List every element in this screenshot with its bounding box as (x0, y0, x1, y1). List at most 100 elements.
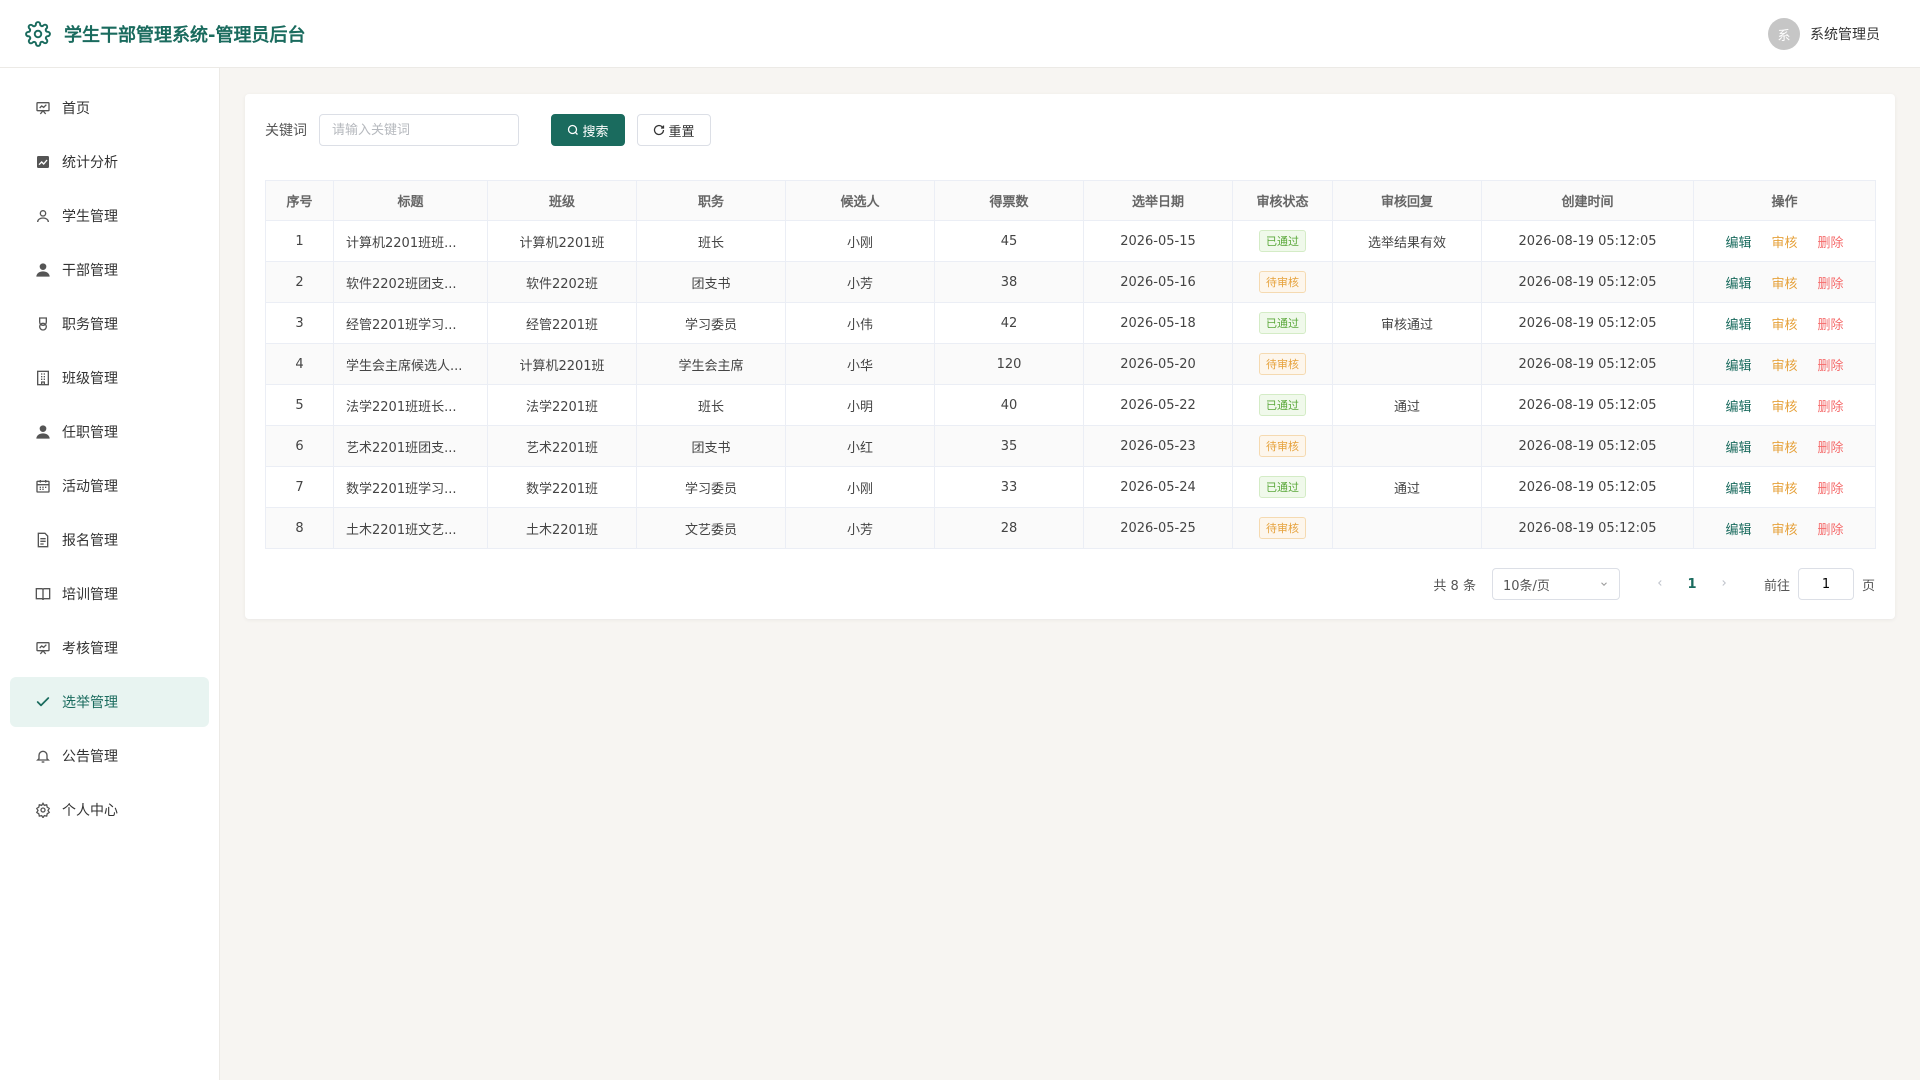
sidebar-item-appointments[interactable]: 任职管理 (10, 407, 209, 457)
edit-link[interactable]: 编辑 (1725, 523, 1751, 538)
status-badge: 已通过 (1259, 476, 1306, 498)
status-badge: 已通过 (1259, 394, 1306, 416)
cell-class: 计算机2201班 (487, 343, 637, 385)
cell-created: 2026-08-19 05:12:05 (1481, 343, 1694, 385)
sidebar-item-students[interactable]: 学生管理 (10, 191, 209, 241)
search-icon (568, 124, 579, 135)
sidebar-item-statistics[interactable]: 统计分析 (10, 137, 209, 187)
cell-status: 待审核 (1232, 507, 1333, 549)
sidebar-item-cadres[interactable]: 干部管理 (10, 245, 209, 295)
sidebar-item-training[interactable]: 培训管理 (10, 569, 209, 619)
delete-link[interactable]: 删除 (1818, 359, 1844, 374)
edit-link[interactable]: 编辑 (1725, 318, 1751, 333)
calendar-icon (34, 477, 52, 495)
audit-link[interactable]: 审核 (1771, 277, 1797, 292)
table-row: 2 软件2202班团支... 软件2202班 团支书 小芳 38 2026-05… (265, 261, 1876, 303)
sidebar-item-label: 考核管理 (62, 641, 118, 657)
cell-no: 4 (265, 343, 334, 385)
page-number[interactable]: 1 (1676, 577, 1708, 592)
sidebar-item-assessment[interactable]: 考核管理 (10, 623, 209, 673)
sidebar-item-positions[interactable]: 职务管理 (10, 299, 209, 349)
cell-reply (1332, 425, 1482, 467)
keyword-input[interactable] (319, 114, 519, 146)
cell-candidate: 小芳 (785, 507, 935, 549)
column-header: 审核状态 (1232, 180, 1333, 221)
prev-page-button[interactable] (1644, 577, 1676, 592)
sidebar-item-label: 个人中心 (62, 803, 118, 819)
sidebar-item-classes[interactable]: 班级管理 (10, 353, 209, 403)
sidebar-item-activities[interactable]: 活动管理 (10, 461, 209, 511)
column-header: 候选人 (785, 180, 935, 221)
audit-link[interactable]: 审核 (1771, 441, 1797, 456)
cell-position: 班长 (636, 220, 786, 262)
audit-link[interactable]: 审核 (1771, 482, 1797, 497)
bell-icon (34, 747, 52, 765)
cell-date: 2026-05-18 (1083, 302, 1233, 344)
cell-reply: 审核通过 (1332, 302, 1482, 344)
cell-no: 2 (265, 261, 334, 303)
table-row: 8 土木2201班文艺... 土木2201班 文艺委员 小芳 28 2026-0… (265, 507, 1876, 549)
delete-link[interactable]: 删除 (1818, 318, 1844, 333)
column-header: 序号 (265, 180, 334, 221)
election-list-card: 关键词 搜索 重置 序号 标题 班级 职务 候选人 得票数 选举日期 审核状态 … (245, 94, 1895, 619)
cell-actions: 编辑 审核 删除 (1693, 425, 1876, 467)
audit-link[interactable]: 审核 (1771, 236, 1797, 251)
table-header-row: 序号 标题 班级 职务 候选人 得票数 选举日期 审核状态 审核回复 创建时间 … (265, 180, 1876, 221)
user-menu[interactable]: 系 系统管理员 (1768, 18, 1880, 50)
delete-link[interactable]: 删除 (1818, 277, 1844, 292)
audit-link[interactable]: 审核 (1771, 359, 1797, 374)
cell-status: 待审核 (1232, 425, 1333, 467)
user-filled-icon (34, 423, 52, 441)
delete-link[interactable]: 删除 (1818, 523, 1844, 538)
delete-link[interactable]: 删除 (1818, 236, 1844, 251)
column-header: 标题 (333, 180, 488, 221)
cell-class: 计算机2201班 (487, 220, 637, 262)
table-row: 7 数学2201班学习... 数学2201班 学习委员 小刚 33 2026-0… (265, 466, 1876, 508)
cell-title: 法学2201班班长... (333, 384, 488, 426)
audit-link[interactable]: 审核 (1771, 318, 1797, 333)
sidebar-item-elections[interactable]: 选举管理 (10, 677, 209, 727)
audit-link[interactable]: 审核 (1771, 400, 1797, 415)
chevron-left-icon (1657, 579, 1662, 586)
search-button[interactable]: 搜索 (551, 114, 625, 146)
page-size-value: 10条/页 (1502, 578, 1550, 594)
sidebar-item-profile[interactable]: 个人中心 (10, 785, 209, 835)
edit-link[interactable]: 编辑 (1725, 441, 1751, 456)
refresh-icon (654, 124, 665, 136)
edit-link[interactable]: 编辑 (1725, 482, 1751, 497)
goto-page-input[interactable] (1797, 568, 1854, 600)
reset-button[interactable]: 重置 (637, 114, 711, 146)
audit-link[interactable]: 审核 (1771, 523, 1797, 538)
edit-link[interactable]: 编辑 (1725, 359, 1751, 374)
sidebar-item-home[interactable]: 首页 (10, 83, 209, 133)
sidebar-item-registrations[interactable]: 报名管理 (10, 515, 209, 565)
cell-status: 已通过 (1232, 466, 1333, 508)
status-badge: 已通过 (1259, 312, 1306, 334)
sidebar-item-label: 公告管理 (62, 749, 118, 765)
delete-link[interactable]: 删除 (1818, 400, 1844, 415)
sidebar: 首页 统计分析 学生管理 干部管理 职务管理 班级管理 任职管理 活动管理 报名… (0, 68, 220, 1080)
edit-link[interactable]: 编辑 (1725, 400, 1751, 415)
page-size-select[interactable]: 10条/页 (1491, 568, 1620, 600)
cell-reply (1332, 507, 1482, 549)
edit-link[interactable]: 编辑 (1725, 236, 1751, 251)
column-header: 操作 (1693, 180, 1876, 221)
cell-position: 文艺委员 (636, 507, 786, 549)
table-row: 5 法学2201班班长... 法学2201班 班长 小明 40 2026-05-… (265, 384, 1876, 426)
delete-link[interactable]: 删除 (1818, 482, 1844, 497)
delete-link[interactable]: 删除 (1818, 441, 1844, 456)
cell-no: 7 (265, 466, 334, 508)
cell-candidate: 小刚 (785, 220, 935, 262)
cell-no: 8 (265, 507, 334, 549)
sidebar-item-announcements[interactable]: 公告管理 (10, 731, 209, 781)
cell-created: 2026-08-19 05:12:05 (1481, 220, 1694, 262)
edit-link[interactable]: 编辑 (1725, 277, 1751, 292)
building-icon (34, 369, 52, 387)
presentation-icon (34, 639, 52, 657)
cell-position: 团支书 (636, 425, 786, 467)
cell-votes: 42 (934, 302, 1084, 344)
goto-label: 前往 (1763, 578, 1790, 594)
cell-votes: 40 (934, 384, 1084, 426)
cell-title: 艺术2201班团支... (333, 425, 488, 467)
next-page-button[interactable] (1708, 577, 1740, 592)
